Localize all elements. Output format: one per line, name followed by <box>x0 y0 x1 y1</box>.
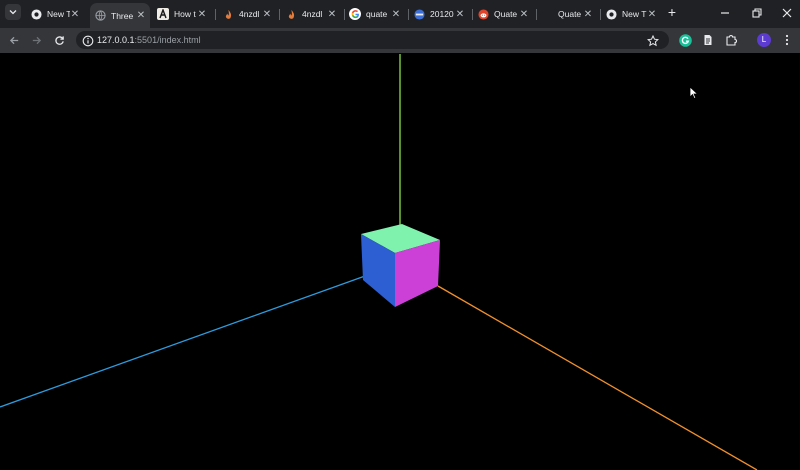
tab-separator <box>344 9 345 20</box>
restore-icon <box>752 8 762 18</box>
tab-title: Quate <box>494 9 518 19</box>
tab-title: New T <box>47 9 70 19</box>
arrow-left-icon <box>9 36 18 44</box>
tab-4nzdl-1[interactable]: 4nzdl ✕ <box>222 4 276 24</box>
tab-how[interactable]: How t ✕ <box>157 4 211 24</box>
profile-initial: L <box>761 35 767 44</box>
threejs-canvas[interactable] <box>0 54 800 470</box>
tab-separator <box>408 9 409 20</box>
restore-button[interactable] <box>750 6 764 20</box>
url-host: 127.0.0.1 <box>97 35 135 45</box>
chrome-icon <box>605 8 617 20</box>
close-icon <box>782 8 792 18</box>
grammarly-icon <box>678 33 692 47</box>
tab-title: Three <box>111 10 134 21</box>
back-button[interactable] <box>7 33 21 47</box>
grammarly-extension-button[interactable] <box>678 33 692 47</box>
chrome-icon <box>30 8 42 20</box>
close-tab-icon[interactable]: ✕ <box>136 10 146 21</box>
globe-icon <box>94 10 106 22</box>
tab-three[interactable]: Three ✕ <box>90 3 150 28</box>
google-icon <box>349 8 361 20</box>
close-tab-icon[interactable]: ✕ <box>519 9 529 20</box>
close-tab-icon[interactable]: ✕ <box>583 9 593 20</box>
tab-separator <box>472 9 473 20</box>
tab-20120[interactable]: 20120 ✕ <box>413 4 469 24</box>
tab-4nzdl-2[interactable]: 4nzdl ✕ <box>285 4 341 24</box>
tab-strip: New T ✕ Three ✕ How t ✕ 4nzdl ✕ 4nzdl ✕ <box>0 0 800 28</box>
close-window-button[interactable] <box>780 6 794 20</box>
close-tab-icon[interactable]: ✕ <box>455 9 465 20</box>
minimize-icon <box>721 12 729 14</box>
tab-title: Quate <box>558 9 582 19</box>
tab-new-tab-1[interactable]: New T ✕ <box>30 4 84 24</box>
reddit-icon <box>477 8 489 20</box>
kebab-menu-icon <box>785 34 789 46</box>
tab-new-tab-2[interactable]: New T ✕ <box>605 4 661 24</box>
bookmark-star-icon[interactable] <box>646 34 660 47</box>
close-tab-icon[interactable]: ✕ <box>70 9 80 20</box>
close-tab-icon[interactable]: ✕ <box>197 9 207 20</box>
tab-title: 4nzdl <box>239 9 260 19</box>
reader-extension-button[interactable] <box>701 33 715 47</box>
tab-title: New T <box>622 9 647 19</box>
chevron-down-icon <box>9 10 17 15</box>
close-tab-icon[interactable]: ✕ <box>327 9 337 20</box>
document-icon <box>704 35 712 45</box>
tab-separator <box>536 9 537 20</box>
profile-avatar[interactable]: L <box>757 33 771 47</box>
blank-page-icon <box>541 8 553 20</box>
reload-icon <box>54 35 64 45</box>
new-tab-button[interactable]: + <box>665 4 679 20</box>
reload-button[interactable] <box>52 33 66 47</box>
tab-title: How t <box>174 9 196 19</box>
browser-menu-button[interactable] <box>780 33 794 47</box>
mouse-cursor-icon <box>689 86 699 100</box>
close-tab-icon[interactable]: ✕ <box>391 9 401 20</box>
tab-title: 4nzdl <box>302 9 323 19</box>
tab-title: quate <box>366 9 388 19</box>
tab-search-button[interactable] <box>5 4 21 20</box>
flame-icon <box>222 8 234 20</box>
puzzle-icon <box>726 35 737 46</box>
url-path: :5501/index.html <box>134 35 201 45</box>
flame-icon <box>285 8 297 20</box>
tab-quate-blank[interactable]: Quate ✕ <box>541 4 597 24</box>
tab-separator <box>279 9 280 20</box>
tab-separator <box>215 9 216 20</box>
minimize-button[interactable] <box>718 6 732 20</box>
extensions-button[interactable] <box>724 33 738 47</box>
close-tab-icon[interactable]: ✕ <box>262 9 272 20</box>
url-text: 127.0.0.1:5501/index.html <box>97 33 201 47</box>
arrow-right-icon <box>32 36 41 44</box>
tab-separator <box>600 9 601 20</box>
site-info-icon[interactable] <box>82 34 94 47</box>
anthropic-icon <box>157 8 169 20</box>
tab-quate-reddit[interactable]: Quate ✕ <box>477 4 533 24</box>
tab-title: 20120 <box>430 9 454 19</box>
close-tab-icon[interactable]: ✕ <box>647 9 657 20</box>
site-icon <box>413 8 425 20</box>
tab-quate-google[interactable]: quate ✕ <box>349 4 405 24</box>
forward-button[interactable] <box>29 33 43 47</box>
